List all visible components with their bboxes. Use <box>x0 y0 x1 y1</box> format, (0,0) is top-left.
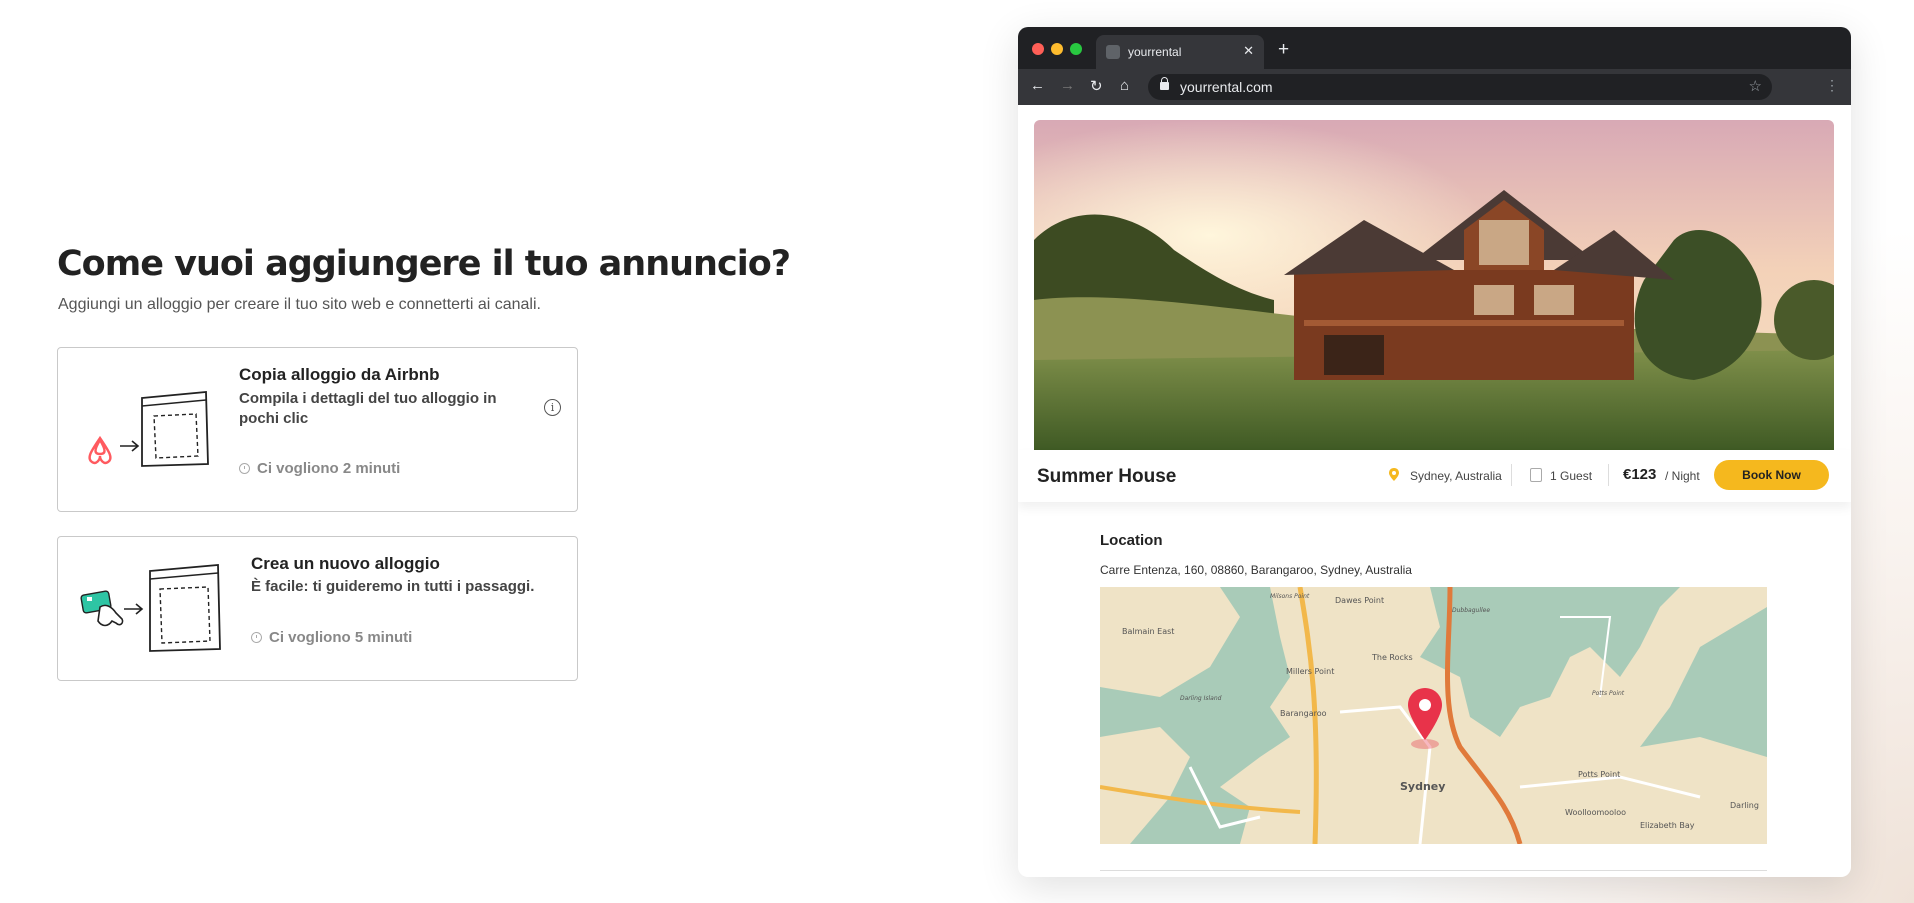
browser-tab: yourrental ✕ <box>1096 35 1264 69</box>
url-text: yourrental.com <box>1180 79 1273 95</box>
divider <box>1608 464 1609 486</box>
book-now-button[interactable]: Book Now <box>1714 460 1829 490</box>
maximize-window-dot <box>1070 43 1082 55</box>
airbnb-import-illustration <box>88 391 209 467</box>
divider <box>1511 464 1512 486</box>
map-label: Sydney <box>1400 780 1445 793</box>
listing-name: Summer House <box>1037 466 1177 487</box>
map-label: Dawes Point <box>1335 596 1384 605</box>
browser-titlebar: yourrental ✕ + <box>1018 27 1851 69</box>
browser-toolbar: ← → ↻ ⌂ yourrental.com ☆ ⋮ <box>1018 69 1851 105</box>
option-title: Crea un nuovo alloggio <box>251 554 440 573</box>
location-pin-icon <box>1389 468 1399 481</box>
option-description: È facile: ti guideremo in tutti i passag… <box>251 578 535 595</box>
location-map: Dawes Point Milsons Point Balmain East T… <box>1100 587 1767 844</box>
close-tab-icon: ✕ <box>1243 43 1254 58</box>
guest-icon <box>1530 468 1542 482</box>
map-label: Millers Point <box>1286 667 1334 676</box>
clock-icon <box>251 632 262 643</box>
back-icon: ← <box>1030 77 1045 94</box>
airbnb-logo-icon <box>88 435 112 465</box>
reload-icon: ↻ <box>1090 78 1103 95</box>
map-label: Dubbagullee <box>1452 607 1490 614</box>
option-description: Compila i dettagli del tuo alloggio in p… <box>239 390 497 427</box>
option-create-new[interactable]: Crea un nuovo alloggio È facile: ti guid… <box>57 536 578 681</box>
page-title: Come vuoi aggiungere il tuo annuncio? <box>57 244 791 284</box>
map-label: Balmain East <box>1122 627 1174 636</box>
home-icon: ⌂ <box>1120 77 1130 94</box>
map-label: Milsons Point <box>1270 593 1310 600</box>
map-label: Darling <box>1730 801 1759 810</box>
new-tab-icon: + <box>1278 39 1290 60</box>
divider <box>1100 870 1767 871</box>
map-label: Potts Point <box>1578 770 1620 779</box>
option-time-label: Ci vogliono 5 minuti <box>269 629 413 646</box>
option-title: Copia alloggio da Airbnb <box>239 365 440 384</box>
create-listing-illustration <box>80 564 221 652</box>
tab-title: yourrental <box>1128 45 1182 59</box>
listing-address: Carre Entenza, 160, 08860, Barangaroo, S… <box>1100 563 1412 577</box>
location-heading: Location <box>1100 532 1163 549</box>
option-time: Ci vogliono 5 minuti <box>251 629 412 646</box>
menu-kebab-icon: ⋮ <box>1825 77 1839 93</box>
option-time: Ci vogliono 2 minuti <box>239 460 400 477</box>
map-label: Potts Point <box>1592 690 1625 697</box>
forward-icon: → <box>1060 77 1075 94</box>
map-label: Barangaroo <box>1280 709 1327 718</box>
bookmark-star-icon: ☆ <box>1748 78 1762 95</box>
browser-mockup: yourrental ✕ + ← → ↻ ⌂ yourrental.com ☆ … <box>1018 27 1851 877</box>
option-time-label: Ci vogliono 2 minuti <box>257 460 401 477</box>
info-icon[interactable]: i <box>544 399 561 416</box>
address-bar: yourrental.com ☆ <box>1148 74 1772 100</box>
listing-location: Sydney, Australia <box>1410 469 1502 483</box>
price-unit: / Night <box>1665 469 1700 483</box>
favicon-icon <box>1106 45 1120 59</box>
listing-info-bar: Summer House Sydney, Australia 1 Guest €… <box>1018 450 1851 502</box>
close-window-dot <box>1032 43 1044 55</box>
clock-icon <box>239 463 250 474</box>
map-label: Woolloomooloo <box>1565 808 1626 817</box>
map-label: Darling Island <box>1180 695 1222 702</box>
lock-icon <box>1160 77 1169 90</box>
minimize-window-dot <box>1051 43 1063 55</box>
option-copy-airbnb[interactable]: Copia alloggio da Airbnb Compila i detta… <box>57 347 578 512</box>
house-hero-image <box>1034 120 1834 450</box>
listing-guests: 1 Guest <box>1550 469 1593 483</box>
listing-price: €123 <box>1623 466 1657 483</box>
page-subtitle: Aggiungi un alloggio per creare il tuo s… <box>58 296 541 313</box>
map-label: Elizabeth Bay <box>1640 821 1695 830</box>
hand-card-icon <box>80 590 124 627</box>
map-label: The Rocks <box>1371 653 1413 662</box>
